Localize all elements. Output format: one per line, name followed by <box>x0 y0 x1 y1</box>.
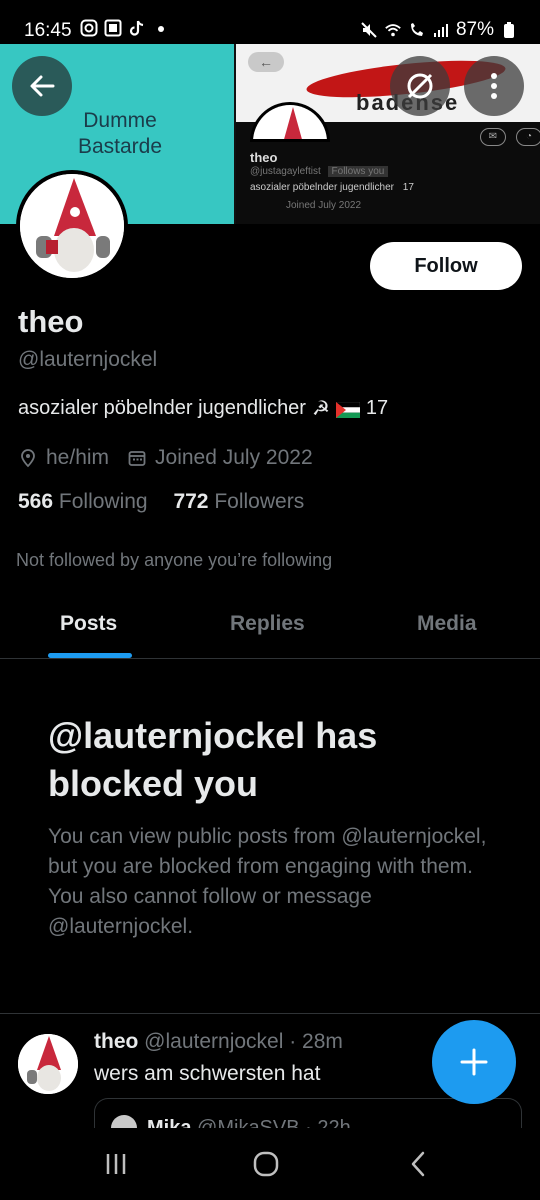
profile-bio: asozialer pöbelnder jugendlicher ☭ 17 <box>18 396 388 421</box>
banner-caption-line2: Bastarde <box>77 135 163 158</box>
followers-label: Followers <box>214 490 305 513</box>
tweet-avatar[interactable] <box>18 1034 78 1094</box>
signal-icon <box>432 21 450 39</box>
bio-age: 17 <box>365 397 389 419</box>
following-label: Following <box>58 490 148 513</box>
tab-replies[interactable]: Replies <box>230 612 305 636</box>
mute-icon <box>360 21 378 39</box>
not-followed-notice: Not followed by anyone you’re following <box>16 550 333 570</box>
banner-handle: @justagayleftist Follows you <box>250 166 389 177</box>
profile-name: theo <box>18 304 84 339</box>
banner-handle-text: @justagayleftist <box>250 166 321 177</box>
banner-bio-text: asozialer pöbelnder jugendlicher <box>250 182 394 193</box>
follow-counts: 566 Following 772 Followers <box>18 490 304 514</box>
dot-icon <box>152 19 170 37</box>
banner-follows-you: Follows you <box>327 166 389 177</box>
bio-text: asozialer pöbelnder jugendlicher <box>18 397 306 419</box>
banner-joined: Joined July 2022 <box>286 200 362 211</box>
blocked-description: You can view public posts from @lauternj… <box>48 825 487 938</box>
more-options-button[interactable] <box>464 56 524 116</box>
chevron-left-icon <box>411 1151 425 1177</box>
profile-tabs: Posts Replies Media <box>0 596 540 659</box>
palestine-flag-icon <box>335 401 361 418</box>
banner-back-arrow-icon: ← <box>248 52 284 72</box>
status-bar: 16:45 87% <box>0 0 540 44</box>
active-tab-indicator <box>48 653 132 658</box>
grok-icon <box>407 73 433 99</box>
banner-bell-icon: ◔ <box>516 128 540 146</box>
tweet-text: wers am schwersten hat <box>94 1062 321 1085</box>
wifi-icon <box>384 21 402 39</box>
banner-caption: Dumme Bastarde <box>30 108 210 160</box>
notification-icons <box>80 19 170 37</box>
joined-text: Joined July 2022 <box>155 446 313 469</box>
back-nav-button[interactable] <box>388 1146 448 1182</box>
banner-bio: asozialer pöbelnder jugendlicher 17 <box>250 182 414 193</box>
tiktok-icon <box>128 19 146 37</box>
compose-button[interactable] <box>432 1020 516 1104</box>
followers-count: 772 <box>173 490 209 513</box>
back-button[interactable] <box>12 56 72 116</box>
system-icons: 87% <box>360 19 518 41</box>
back-arrow-icon <box>30 75 55 97</box>
gnome-avatar-image <box>20 174 124 278</box>
pronouns-item: he/him <box>18 446 109 470</box>
recent-apps-button[interactable] <box>86 1146 146 1182</box>
follow-button[interactable]: Follow <box>370 242 522 290</box>
profile-handle: @lauternjockel <box>18 348 158 371</box>
banner-bio-age: 17 <box>402 182 414 193</box>
more-vertical-icon <box>491 73 497 99</box>
status-time: 16:45 <box>24 20 72 41</box>
following-link[interactable]: 566 Following <box>18 490 148 513</box>
app-icon <box>104 19 122 37</box>
home-button[interactable] <box>236 1146 296 1182</box>
tweet-author-name[interactable]: theo <box>94 1030 138 1053</box>
home-icon <box>253 1151 279 1177</box>
profile-avatar[interactable] <box>16 170 128 282</box>
grok-button[interactable] <box>390 56 450 116</box>
calendar-icon <box>128 451 146 466</box>
plus-icon <box>460 1048 488 1076</box>
blocked-title: @lauternjockel has blocked you <box>48 715 378 804</box>
following-count: 566 <box>18 490 54 513</box>
android-nav-bar <box>0 1128 540 1200</box>
hammer-sickle-icon: ☭ <box>311 398 330 420</box>
gnome-avatar-image <box>18 1034 78 1094</box>
recent-apps-icon <box>106 1154 126 1174</box>
divider <box>0 1013 540 1014</box>
wifi-call-icon <box>408 21 426 39</box>
pronouns-text: he/him <box>46 446 110 469</box>
battery-icon <box>500 21 518 39</box>
battery-text: 87% <box>455 19 494 40</box>
tweet-header: theo @lauternjockel · 28m <box>94 1030 343 1054</box>
followers-link[interactable]: 772 Followers <box>173 490 304 513</box>
joined-item: Joined July 2022 <box>127 446 313 470</box>
profile-meta: he/him Joined July 2022 <box>18 446 331 470</box>
tweet-handle-time: @lauternjockel · 28m <box>144 1030 343 1053</box>
banner-mail-icon: ✉ <box>480 128 506 146</box>
tab-media[interactable]: Media <box>417 612 477 636</box>
banner-name: theo <box>250 150 278 165</box>
location-pin-icon <box>21 449 35 468</box>
instagram-icon <box>80 19 98 37</box>
tab-posts[interactable]: Posts <box>60 612 117 636</box>
